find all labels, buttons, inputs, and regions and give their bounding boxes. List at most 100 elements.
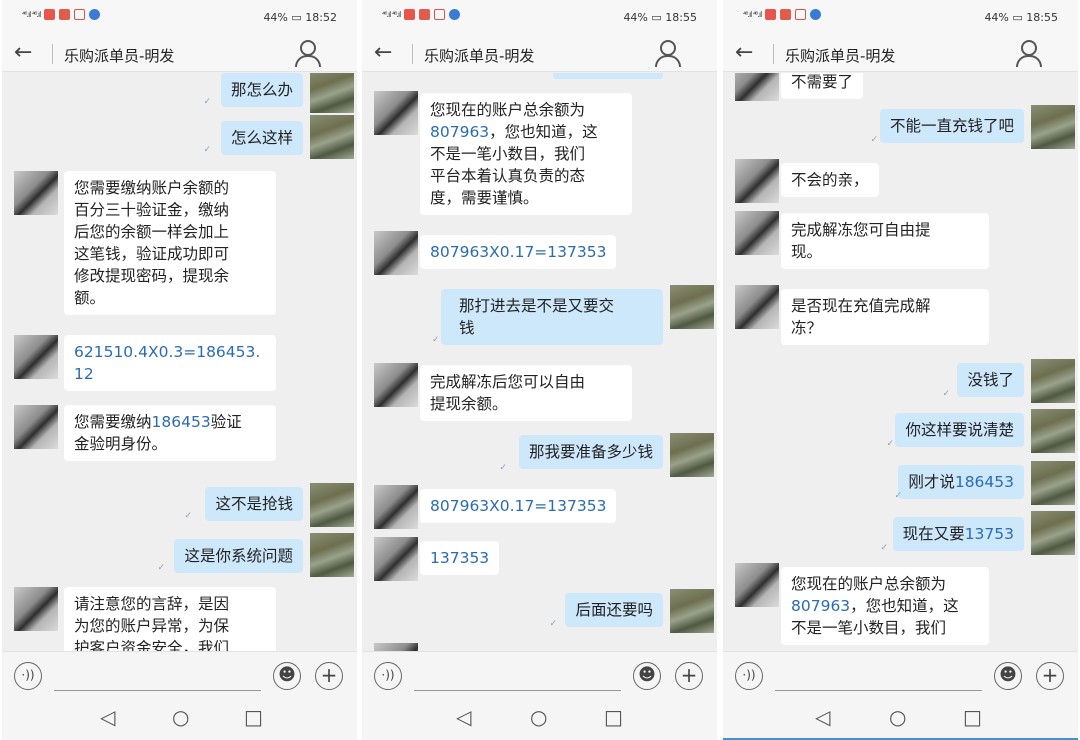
message-input[interactable] (54, 690, 261, 691)
clock: 18:55 (1026, 11, 1058, 24)
avatar[interactable] (735, 285, 779, 329)
chat-header: ← 乐购派单员-明发 (723, 36, 1078, 72)
message-text: 刚才说186453 (908, 473, 1014, 491)
avatar[interactable] (310, 483, 354, 527)
message-text: 现在又要13753 (902, 525, 1014, 543)
app-notification-icon (419, 9, 431, 20)
back-arrow-icon[interactable]: ← (374, 40, 392, 65)
chat-header: ← 乐购派单员-明发 (362, 36, 717, 72)
emoji-icon[interactable]: ☻ (273, 662, 301, 690)
app-notification-icon (74, 9, 86, 20)
nav-back-icon[interactable]: ◁ (100, 705, 115, 729)
nav-recent-icon[interactable]: □ (604, 705, 623, 729)
avatar[interactable] (1031, 461, 1075, 505)
avatar[interactable] (14, 335, 58, 379)
message-bubble-out: 没钱了 (957, 363, 1024, 397)
message-bubble-out: 这不是抢钱 (205, 487, 303, 521)
avatar[interactable] (735, 159, 779, 203)
voice-input-icon[interactable]: ·)) (735, 662, 763, 690)
nav-home-icon[interactable]: ○ (172, 705, 189, 729)
nav-recent-icon[interactable]: □ (963, 705, 982, 729)
back-arrow-icon[interactable]: ← (735, 40, 753, 65)
avatar[interactable] (14, 405, 58, 449)
read-check-icon: ✓ (499, 463, 507, 473)
voice-input-icon[interactable]: ·)) (374, 662, 402, 690)
app-notification-icon (434, 9, 446, 20)
message-list[interactable]: 不需要了 不能一直充钱了吧 ✓ 不会的亲， 完成解冻您可自由提 现。 是否现在充… (723, 73, 1078, 651)
read-check-icon: ✓ (203, 145, 211, 155)
app-notification-icon (795, 9, 807, 20)
profile-icon[interactable] (1016, 39, 1042, 67)
avatar[interactable] (374, 91, 418, 135)
avatar[interactable] (735, 563, 779, 607)
chat-header: ← 乐购派单员-明发 (2, 36, 357, 72)
signal-icon: ⁴⁶.ıl ⁴⁶.ıl (743, 10, 762, 19)
read-check-icon: ✓ (549, 619, 557, 629)
profile-icon[interactable] (295, 39, 321, 67)
emoji-icon[interactable]: ☻ (994, 662, 1022, 690)
avatar[interactable] (374, 363, 418, 407)
battery-level: 44% (623, 11, 648, 24)
message-bubble-in: 您现在的账户总余额为 807963，您也知道，这 不是一笔小数目，我们 (781, 567, 989, 645)
nav-home-icon[interactable]: ○ (889, 705, 906, 729)
profile-icon[interactable] (655, 39, 681, 67)
voice-input-icon[interactable]: ·)) (14, 662, 42, 690)
avatar[interactable] (1031, 105, 1075, 149)
battery-level: 44% (984, 11, 1009, 24)
avatar[interactable] (670, 433, 714, 477)
chat-title: 乐购派单员-明发 (785, 47, 896, 65)
avatar[interactable] (1031, 511, 1075, 555)
message-bubble-in: 您需要缴纳186453验证 金验明身份。 (64, 405, 276, 461)
message-bubble-out: 那怎么办 (220, 73, 303, 107)
message-list[interactable]: 您现在的账户总余额为 807963，您也知道，这 不是一笔小数目，我们 平台本着… (362, 73, 717, 651)
plus-icon[interactable]: + (1036, 662, 1064, 690)
avatar[interactable] (14, 171, 58, 215)
input-bar: ·)) ☻ + (2, 651, 357, 699)
avatar[interactable] (735, 211, 779, 255)
app-notification-icon (449, 9, 461, 20)
message-bubble-in: 137353 (420, 541, 500, 575)
nav-recent-icon[interactable]: □ (244, 705, 263, 729)
plus-icon[interactable]: + (675, 662, 703, 690)
avatar[interactable] (374, 537, 418, 581)
read-check-icon: ✓ (432, 335, 440, 345)
avatar[interactable] (310, 533, 354, 577)
read-check-icon: ✓ (203, 97, 211, 107)
message-input[interactable] (775, 690, 982, 691)
message-bubble-in: 您需要缴纳账户余额的 百分三十验证金，缴纳 后您的余额一样会加上 这笔钱，验证成… (64, 171, 276, 315)
app-notification-icon (44, 9, 56, 20)
message-bubble-in: 807963X0.17=137353 (420, 235, 617, 269)
emoji-icon[interactable]: ☻ (633, 662, 661, 690)
message-bubble-in: 不会的亲， (781, 163, 879, 197)
avatar[interactable] (670, 285, 714, 329)
nav-home-icon[interactable]: ○ (530, 705, 547, 729)
message-list[interactable]: 那怎么办 ✓ 怎么这样 ✓ 您需要缴纳账户余额的 百分三十验证金，缴纳 后您的余… (2, 73, 357, 651)
avatar[interactable] (670, 589, 714, 633)
message-bubble-out: 现在又要13753 (892, 517, 1024, 551)
avatar[interactable] (14, 587, 58, 631)
message-input[interactable] (414, 690, 621, 691)
plus-icon[interactable]: + (315, 662, 343, 690)
message-bubble-out: 这是你系统问题 (174, 539, 303, 573)
clock: 18:55 (665, 11, 697, 24)
avatar[interactable] (310, 115, 354, 159)
avatar[interactable] (374, 485, 418, 529)
read-check-icon: ✓ (870, 135, 878, 145)
avatar[interactable] (1031, 359, 1075, 403)
avatar[interactable] (374, 231, 418, 275)
avatar[interactable] (735, 73, 779, 101)
phone-screen-3: ⁴⁶.ıl ⁴⁶.ıl 44% ▭ 18:55 ← 乐购派单员-明发 不需要了 … (723, 0, 1078, 740)
back-arrow-icon[interactable]: ← (14, 40, 32, 65)
avatar[interactable] (374, 643, 418, 651)
nav-back-icon[interactable]: ◁ (815, 705, 830, 729)
system-nav-bar: ◁ ○ □ (2, 699, 357, 740)
nav-back-icon[interactable]: ◁ (456, 705, 471, 729)
read-check-icon: ✓ (880, 543, 888, 553)
phone-screen-1: ⁴⁶.ıl ⁴⁶.ıl 44% ▭ 18:52 ← 乐购派单员-明发 那怎么办 … (2, 0, 357, 740)
clock: 18:52 (305, 11, 337, 24)
avatar[interactable] (310, 73, 354, 113)
message-bubble-in: 不需要了 (781, 73, 864, 99)
status-bar: ⁴⁶.ıl ⁴⁶.ıl 44% ▭ 18:55 (362, 0, 717, 36)
message-bubble-out: 不能一直充钱了吧 (879, 109, 1024, 143)
avatar[interactable] (1031, 409, 1075, 453)
